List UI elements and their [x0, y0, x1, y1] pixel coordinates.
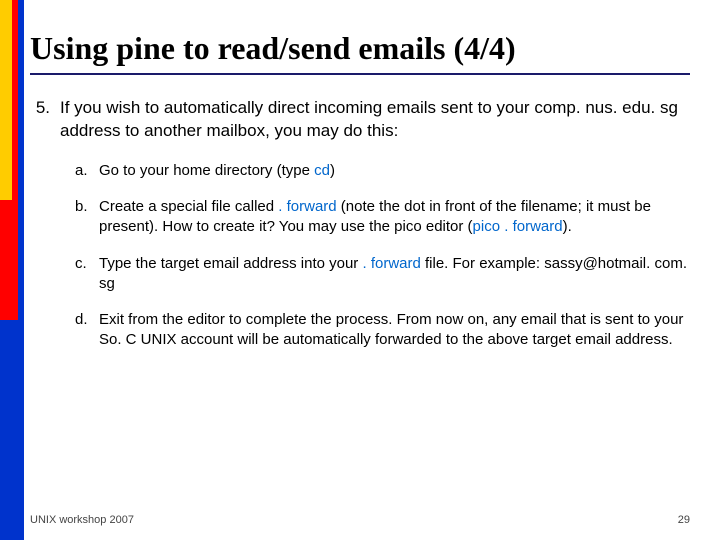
list-text: If you wish to automatically direct inco… — [60, 97, 690, 143]
sub-item-a: a. Go to your home directory (type cd) — [75, 161, 690, 181]
sub-letter: c. — [75, 254, 99, 295]
slide-footer: UNIX workshop 2007 29 — [30, 514, 690, 526]
sub-text: Exit from the editor to complete the pro… — [99, 310, 690, 351]
command-cd: cd — [314, 162, 330, 179]
list-number: 5. — [30, 97, 60, 143]
decor-stripe-yellow — [0, 0, 12, 200]
slide-title: Using pine to read/send emails (4/4) — [30, 30, 690, 75]
sub-letter: b. — [75, 197, 99, 238]
sub-list: a. Go to your home directory (type cd) b… — [75, 161, 690, 351]
sub-item-d: d. Exit from the editor to complete the … — [75, 310, 690, 351]
filename-forward: . forward — [362, 255, 420, 272]
sub-letter: d. — [75, 310, 99, 351]
slide-number: 29 — [678, 514, 690, 526]
filename-forward: . forward — [278, 198, 336, 215]
sub-item-b: b. Create a special file called . forwar… — [75, 197, 690, 238]
footer-text: UNIX workshop 2007 — [30, 514, 134, 526]
sub-text: Go to your home directory (type cd) — [99, 161, 690, 181]
sub-letter: a. — [75, 161, 99, 181]
list-item-5: 5. If you wish to automatically direct i… — [30, 97, 690, 143]
sub-text: Create a special file called . forward (… — [99, 197, 690, 238]
slide-content: Using pine to read/send emails (4/4) 5. … — [30, 30, 690, 510]
sub-item-c: c. Type the target email address into yo… — [75, 254, 690, 295]
sub-text: Type the target email address into your … — [99, 254, 690, 295]
command-pico-forward: pico . forward — [473, 218, 563, 235]
